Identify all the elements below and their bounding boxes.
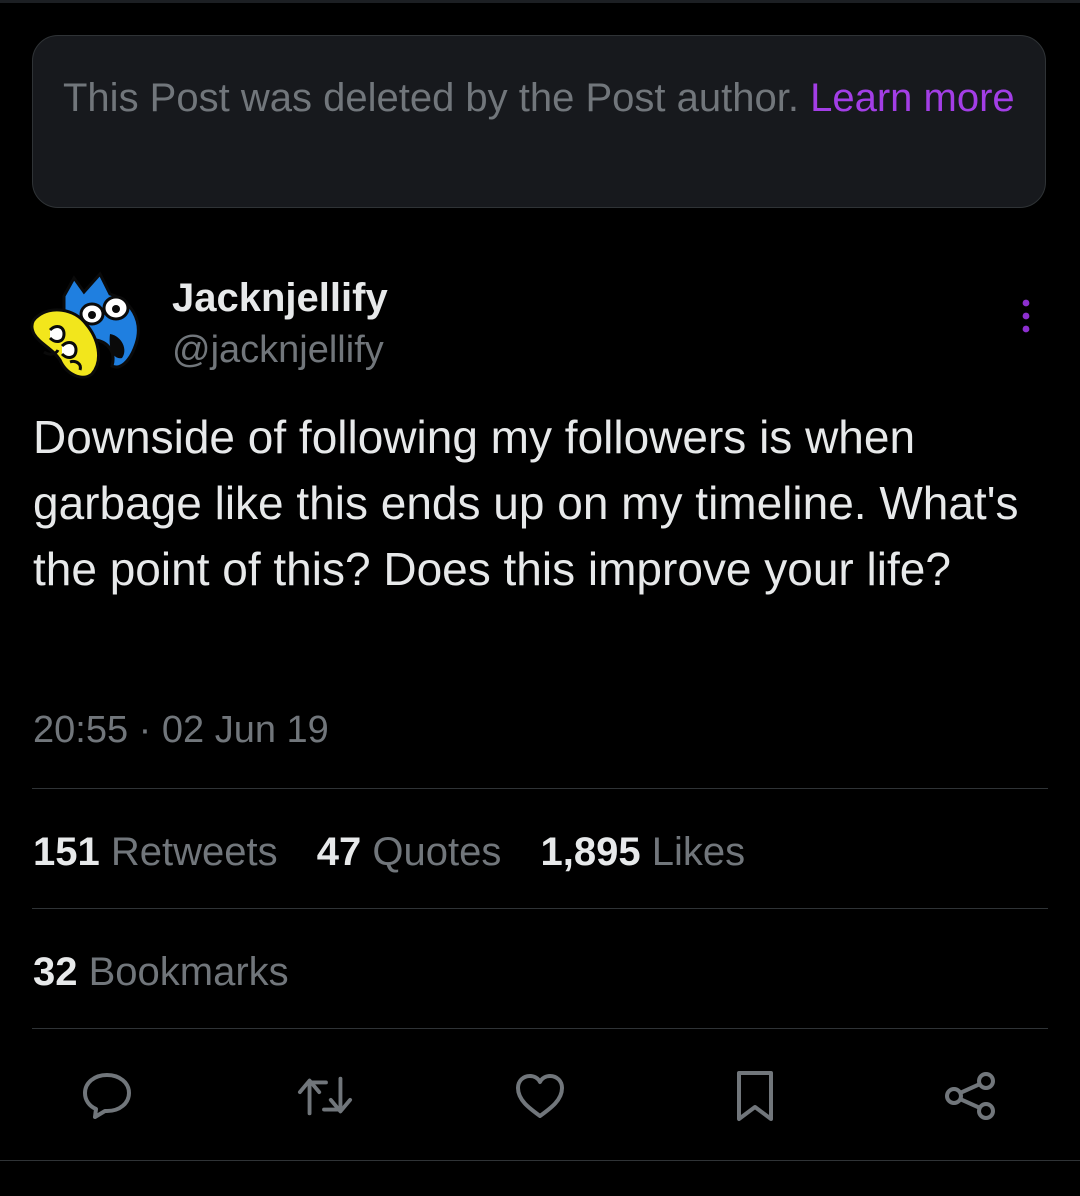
author-handle[interactable]: @jacknjellify [172, 326, 384, 374]
tweet-time: 20:55 [33, 709, 129, 751]
like-button[interactable] [512, 1068, 568, 1124]
engagement-stats: 151 Retweets 47 Quotes 1,895 Likes [33, 826, 773, 878]
bookmarks-count: 32 [33, 950, 78, 994]
likes-count: 1,895 [540, 830, 641, 874]
deleted-post-notice: This Post was deleted by the Post author… [32, 35, 1046, 208]
bookmark-button[interactable] [727, 1068, 783, 1124]
author-display-name[interactable]: Jacknjellify [172, 273, 388, 323]
bookmark-icon [737, 1071, 773, 1121]
divider [32, 1028, 1048, 1029]
bookmarks-stat[interactable]: 32 Bookmarks [33, 946, 289, 998]
avatar[interactable] [30, 270, 142, 382]
divider [32, 908, 1048, 909]
more-vertical-icon [1022, 299, 1030, 333]
jack-and-jelly-avatar-icon [30, 271, 140, 379]
retweet-button[interactable] [297, 1068, 353, 1124]
share-icon [945, 1072, 995, 1120]
bottom-border [0, 1160, 1080, 1161]
divider [32, 788, 1048, 789]
retweets-stat[interactable]: 151 Retweets [33, 830, 278, 874]
bookmarks-label: Bookmarks [88, 950, 289, 994]
retweets-label: Retweets [110, 830, 278, 874]
quotes-count: 47 [316, 830, 362, 874]
tweet-timestamp[interactable]: 20:55 · 02 Jun 19 [33, 704, 329, 756]
retweets-count: 151 [33, 830, 100, 874]
tweet-date: 02 Jun 19 [161, 709, 329, 751]
timestamp-separator: · [138, 709, 152, 751]
reply-button[interactable] [79, 1068, 135, 1124]
likes-stat[interactable]: 1,895 Likes [540, 830, 745, 874]
top-border [0, 0, 1080, 3]
more-options-button[interactable] [1006, 296, 1046, 336]
likes-label: Likes [651, 830, 746, 874]
quotes-label: Quotes [372, 830, 502, 874]
notice-text: This Post was deleted by the Post author… [63, 76, 799, 120]
learn-more-link[interactable]: Learn more [810, 76, 1015, 120]
reply-icon [83, 1073, 131, 1119]
tweet-text: Downside of following my followers is wh… [33, 411, 1019, 595]
quotes-stat[interactable]: 47 Quotes [317, 830, 502, 874]
retweet-icon [297, 1076, 353, 1116]
heart-icon [516, 1074, 564, 1118]
share-button[interactable] [942, 1068, 998, 1124]
